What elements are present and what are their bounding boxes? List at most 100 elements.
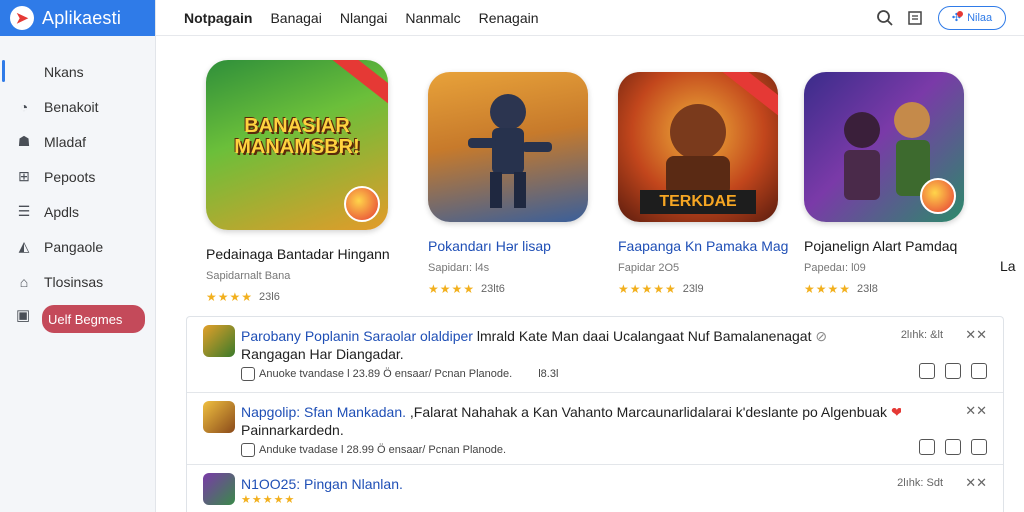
app-thumbnail [428,72,588,222]
house-icon: ⌂ [19,273,29,290]
tab-3[interactable]: Nlangai [340,10,387,26]
row-date: l 28.99 Ö ensaar/ Pcnan Planode. [340,444,507,456]
card-rating: ★★★★ 23lt6 [428,282,618,296]
checkbox[interactable] [971,363,987,379]
row-title-link[interactable]: N1OO25: Pingan Nlanlan. [241,476,403,492]
clock-icon: ◔ [19,98,29,115]
row-app-icon [203,401,235,433]
card-subtitle: Papedaı: l09 [804,262,866,274]
app-card[interactable]: Pojanelign Alart Pamdaq Papedaı: l09 ★★★… [804,60,994,296]
row-title: Napgolip: Sfan Mankadan. ,Falarat Nahaha… [241,393,901,421]
sidebar-item-label: Apdls [44,203,80,220]
sidebar-item-label: Benakoit [44,98,99,115]
badge-icon [344,186,380,222]
chart-icon: ⊞ [18,168,30,184]
archive-icon[interactable] [919,363,935,379]
tab-2[interactable]: Banagai [270,10,321,26]
row-stars: ★★★★★ [241,494,296,506]
card-title: Pojanelign Alart Pamdaq [804,238,958,254]
sidebar-item-label: Mladaf [44,133,87,150]
card-rating: ★★★★ 23l8 [804,282,994,296]
checkbox[interactable] [971,439,987,455]
card-title: Pedainaga Bantadar Hingann [206,246,390,262]
stars-icon: ★★★★ [804,282,852,296]
row-actions [909,363,987,379]
document-icon[interactable] [904,7,926,29]
row-author: Anduke tvadase [259,444,338,456]
sidebar-nav: Nkans ◔ Benakoit ☗ Mladaf ⊞ Pepoots ☰ Ap… [0,54,155,333]
top-tabs: Notpagain Banagai Nlangai Nanmalc Renaga… [184,10,557,26]
rating-value: 23l9 [682,283,704,295]
row-title-text: ,Falarat Nahahak a Kan Vahanto Marcaunar… [406,404,888,420]
sidebar-item-packages[interactable]: ◭ Pangaole [0,229,155,264]
row-time: l8.3l [538,368,559,380]
sidebar-item-reports[interactable]: ⊞ Pepoots [0,159,155,194]
share-icon[interactable] [945,363,961,379]
app-card[interactable]: TERKDAE Faapanga Kn Pamaka Mag Fapidar 2… [618,60,808,296]
sidebar-item-label: Nkans [44,63,84,80]
account-label: Nilaa [967,11,993,24]
home-icon [16,64,32,80]
app-name: Aplikaesti [42,7,122,28]
row-actions [909,439,987,455]
row-title-link[interactable]: Parobany Poplanin Saraolar olaldiper [241,328,473,344]
row-meta: Anuoke tvandase l 23.89 Ö ensaar/ Pcnan … [241,367,1003,381]
list-item[interactable]: Napgolip: Sfan Mankadan. ,Falarat Nahaha… [187,393,1003,465]
thumbnail-art-text: BANASIAR MANAMSBR! [234,115,360,158]
sidebar-item-label: Tlosinsas [44,273,104,290]
list-item[interactable]: Parobany Poplanin Saraolar olaldiper lmr… [187,317,1003,393]
close-icon[interactable]: ✕✕ [965,327,987,343]
account-button[interactable]: ✣ Nilaa [938,5,1006,30]
notification-dot [957,10,963,17]
app-thumbnail: BANASIAR MANAMSBR! [206,60,388,230]
sidebar-item-users[interactable]: ☗ Mladaf [0,124,155,159]
app-card-partial[interactable]: La [1000,60,1024,274]
row-stamp: 2lıhk: &lt [900,329,943,341]
library-icon: ▣ [16,307,31,324]
card-subtitle: Sapidarı: l4s [428,262,490,274]
archive-icon[interactable] [919,439,935,455]
close-icon[interactable]: ✕✕ [965,403,987,419]
stars-icon: ★★★★ [428,282,476,296]
tag-icon: ◭ [18,238,30,254]
sidebar-item-recent[interactable]: ◔ Benakoit [0,89,155,124]
share-icon[interactable] [945,439,961,455]
sidebar-item-apps[interactable]: ☰ Apdls [0,194,155,229]
rating-value: 23lt6 [481,283,505,295]
row-title-link[interactable]: Napgolip: Sfan Mankadan. [241,404,406,420]
list-item[interactable]: N1OO25: Pingan Nlanlan. ★★★★★ 2lıhk: Sdt… [187,465,1003,512]
row-date: l 23.89 Ö ensaar/ Pcnan Planode. [347,368,513,380]
top-actions: ✣ Nilaa [866,5,1006,30]
app-card[interactable]: BANASIAR MANAMSBR! Pedainaga Bantadar Hi… [206,60,396,304]
badge-icon [920,178,956,214]
thumbnail-banner: TERKDAE [640,190,756,214]
ribbon [329,60,388,107]
brand-header[interactable]: ➤ Aplikaesti [0,0,155,36]
row-stamp: 2lıhk: Sdt [897,477,943,489]
close-icon[interactable]: ✕✕ [965,475,987,491]
tab-4[interactable]: Nanmalc [405,10,460,26]
card-rating: ★★★★ 23l6 [206,290,396,304]
featured-cards: BANASIAR MANAMSBR! Pedainaga Bantadar Hi… [200,60,1024,304]
app-logo-icon: ➤ [10,6,34,30]
card-title: Pokandarı Hər lisap [428,238,551,254]
sidebar-item-home[interactable]: Nkans [0,54,155,89]
row-title-text: lmrald Kate Man daai Ucalangaat Nuf Bama… [472,328,812,344]
card-title: La [1000,258,1016,274]
row-app-icon [203,473,235,505]
tab-5[interactable]: Renagain [479,10,539,26]
tab-1[interactable]: Notpagain [184,10,252,26]
comment-icon [241,367,255,381]
row-title: Parobany Poplanin Saraolar olaldiper lmr… [241,317,881,345]
rating-value: 23l6 [259,291,280,303]
app-card[interactable]: Pokandarı Hər lisap Sapidarı: l4s ★★★★ 23… [428,60,618,296]
sidebar-item-stores[interactable]: ⌂ Tlosinsas [0,264,155,299]
list-icon: ☰ [17,203,31,219]
sidebar-item-label: Uelf Begmes [48,311,123,327]
row-author: Anuoke tvandase [259,368,345,380]
top-bar: Notpagain Banagai Nlangai Nanmalc Renaga… [156,0,1024,36]
row-app-icon [203,325,235,357]
search-icon[interactable] [874,7,896,29]
sidebar-item-my-games[interactable]: Uelf Begmes [42,305,145,333]
heart-icon: ❤ [890,404,901,420]
